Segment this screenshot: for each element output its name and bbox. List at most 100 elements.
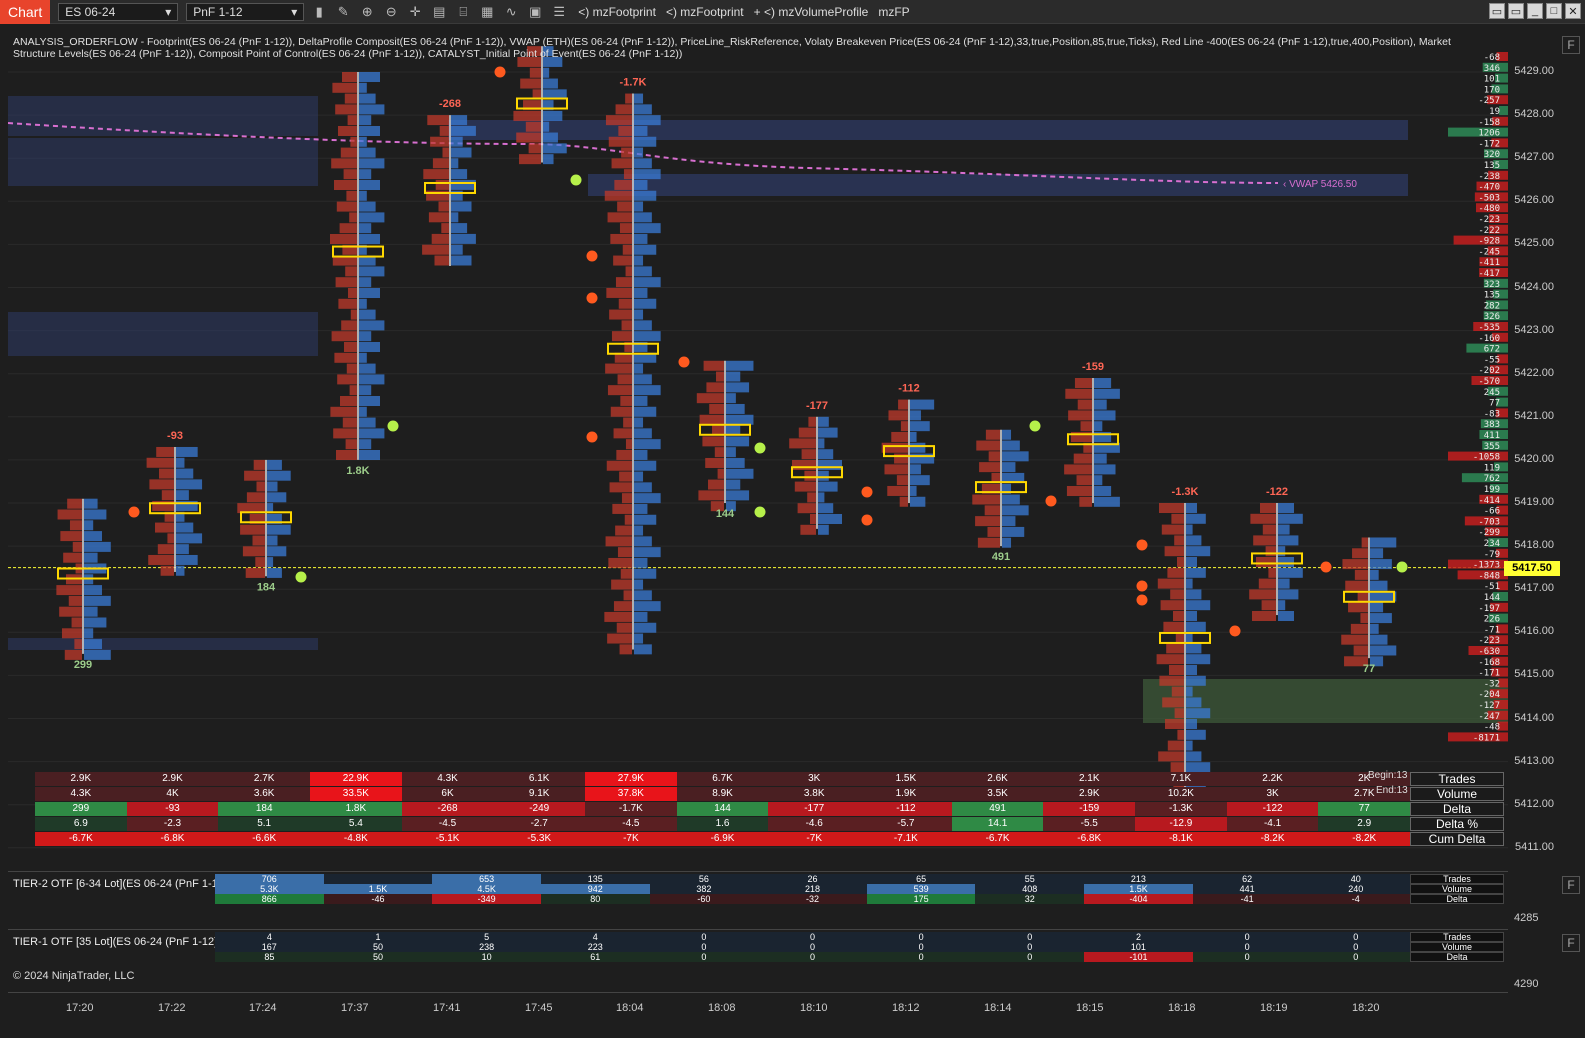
bid-cell (1360, 613, 1368, 624)
bar-delta-label: 144 (716, 508, 735, 520)
crosshair-icon[interactable]: ✛ (406, 3, 424, 21)
bid-cell (441, 223, 449, 234)
ask-cell (726, 371, 741, 382)
ask-cell (1002, 440, 1020, 451)
ask-cell (359, 342, 380, 352)
toolbar-item-2[interactable]: + <) mzVolumeProfile (754, 5, 869, 19)
bid-cell (252, 535, 265, 546)
profile-value: -1058 (1473, 453, 1500, 463)
stats-cell: 3.5K (951, 787, 1044, 801)
ask-cell (634, 115, 661, 126)
profile-value: -160 (1478, 334, 1500, 344)
bars-icon[interactable]: ▮ (310, 3, 328, 21)
ask-cell (726, 393, 736, 404)
bid-cell (1341, 634, 1368, 645)
ask-cell (1186, 567, 1206, 578)
bid-cell (625, 93, 632, 104)
bar-delta-label: -112 (898, 383, 919, 395)
bid-cell (256, 481, 265, 492)
bid-cell (615, 525, 632, 536)
bid-cell (350, 136, 357, 147)
tier-cell: 80 (540, 894, 650, 904)
time-label: 17:41 (433, 1002, 461, 1014)
toolbar-item-1[interactable]: <) mzFootprint (666, 5, 744, 19)
maximize-icon[interactable]: □ (1546, 3, 1562, 19)
stats-cell: 27.9K (585, 772, 677, 786)
bid-cell (333, 428, 357, 439)
chart-tab[interactable]: Chart (0, 0, 51, 24)
bid-cell (623, 169, 632, 180)
tile-icon[interactable]: ▭ (1489, 3, 1505, 19)
profile-value: -299 (1478, 528, 1500, 538)
tier-cell: 0 (1301, 932, 1411, 942)
stats-cell: 1.8K (310, 802, 402, 816)
bid-cell (156, 446, 174, 457)
tier-cell (323, 874, 433, 884)
stats-cell: -8.2K (1318, 832, 1411, 846)
bar-type-select[interactable]: PnF 1-12 ▾ (186, 2, 305, 21)
stats-cell: 6.7K (676, 772, 769, 786)
zoom-in-icon[interactable]: ⊕ (358, 3, 376, 21)
tier-cell: 1.5K (323, 884, 433, 894)
stats-cell: 8.9K (676, 787, 769, 801)
bid-cell (706, 382, 724, 393)
toolbar-item-0[interactable]: <) mzFootprint (578, 5, 656, 19)
profile-value: -222 (1478, 226, 1500, 236)
profile-value: 144 (1484, 593, 1500, 603)
bid-cell (74, 639, 82, 650)
main-chart-panel[interactable]: ‹ VWAP 5426.50 299 -93 184 1.8K -268 -1.7K 144-… (7, 26, 1508, 870)
ask-cell (634, 395, 648, 406)
stats-cell: 6K (401, 787, 494, 801)
stats-cell: 77 (1318, 802, 1411, 816)
ask-cell (1186, 503, 1197, 513)
ask-cell (267, 546, 287, 557)
minimize-icon[interactable]: _ (1527, 3, 1543, 19)
ask-cell (1186, 719, 1197, 729)
close-icon[interactable]: ✕ (1565, 3, 1581, 19)
time-label: 18:19 (1260, 1002, 1288, 1014)
ask-cell (1186, 729, 1206, 740)
price-axis-label: 5411.00 (1515, 840, 1554, 853)
f-button[interactable]: F (1562, 36, 1580, 54)
bid-cell (339, 223, 357, 234)
ask-cell (634, 536, 652, 547)
toolbar-item-3[interactable]: mzFP (878, 5, 909, 19)
profile-value: 323 (1484, 280, 1500, 290)
ask-cell (910, 399, 935, 410)
stats-cell: 14.1 (951, 817, 1044, 831)
bid-cell (623, 590, 632, 601)
tier2-f-button[interactable]: F (1562, 876, 1580, 894)
ask-cell (634, 568, 657, 579)
bid-cell (1169, 665, 1184, 675)
tier-cell: 539 (866, 884, 976, 894)
data-box-icon[interactable]: ▣ (526, 3, 544, 21)
zoom-out-icon[interactable]: ⊖ (382, 3, 400, 21)
properties-icon[interactable]: ▤ (430, 3, 448, 21)
price-axis[interactable]: 5429.00 5428.00 5427.00 5426.00 5425.00 5424.… (1508, 26, 1560, 870)
tier1-f-button[interactable]: F (1562, 934, 1580, 952)
ask-cell (359, 234, 380, 244)
profile-value: 355 (1484, 442, 1500, 452)
pencil-icon[interactable]: ✎ (334, 3, 352, 21)
tile2-icon[interactable]: ▭ (1508, 3, 1524, 19)
ask-cell (1094, 453, 1107, 464)
tier-cell: 56 (649, 874, 759, 884)
list-icon[interactable]: ☰ (550, 3, 568, 21)
bid-cell (525, 121, 541, 132)
instrument-select[interactable]: ES 06-24 ▾ (58, 2, 179, 21)
ask-cell (634, 406, 657, 417)
bid-cell (245, 567, 265, 578)
tier-cell: -46 (323, 894, 433, 904)
bid-cell (977, 537, 1000, 548)
templates-icon[interactable]: ⌸ (454, 3, 472, 21)
bid-cell (1256, 557, 1276, 567)
time-label: 18:20 (1352, 1002, 1380, 1014)
bid-cell (705, 457, 724, 468)
stats-cell: 2.1K (1043, 772, 1136, 786)
strategies-icon[interactable]: ▦ (478, 3, 496, 21)
bid-cell (1353, 645, 1368, 656)
ask-cell (634, 244, 657, 255)
tier-cell: 213 (1084, 874, 1193, 884)
indicators-icon[interactable]: ∿ (502, 3, 520, 21)
ask-cell (359, 93, 376, 104)
